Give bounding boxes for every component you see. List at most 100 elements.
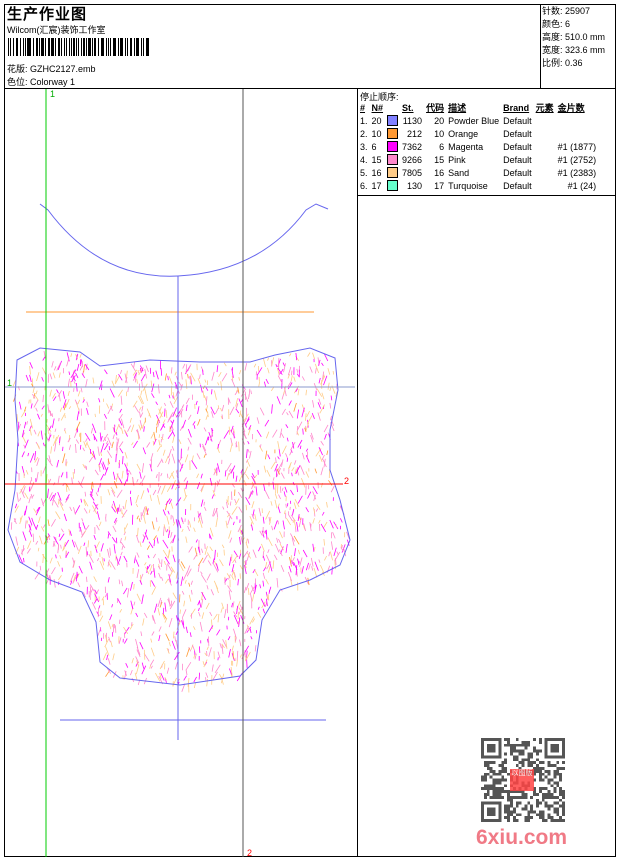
stitch xyxy=(49,557,53,564)
stitch xyxy=(174,661,178,670)
stitch xyxy=(226,472,230,481)
stitch xyxy=(297,439,303,448)
stitch xyxy=(276,577,279,588)
stitch xyxy=(167,510,170,515)
stitch xyxy=(52,418,55,428)
stitch xyxy=(268,586,272,593)
stitch xyxy=(198,672,200,680)
stitch xyxy=(37,413,41,420)
stitch xyxy=(27,540,32,549)
stitch xyxy=(193,527,196,533)
stitch xyxy=(315,508,319,512)
stitch xyxy=(23,421,27,429)
stitch xyxy=(207,411,209,418)
stitch xyxy=(168,394,171,399)
stitch xyxy=(211,494,215,499)
stitch xyxy=(17,423,21,432)
stitch xyxy=(254,514,257,521)
stitch xyxy=(213,613,218,620)
stitch xyxy=(286,457,289,462)
stitch xyxy=(115,423,120,433)
stitch xyxy=(201,548,204,554)
stitch xyxy=(275,364,278,368)
stitch xyxy=(139,425,143,431)
stitch xyxy=(113,481,118,489)
stitch xyxy=(97,487,100,493)
stitch xyxy=(151,393,155,399)
stitch xyxy=(297,514,300,521)
stitch xyxy=(32,520,37,530)
stitch xyxy=(319,404,325,414)
stitch xyxy=(255,486,258,496)
stitch xyxy=(112,434,115,440)
stitch xyxy=(157,607,161,616)
stitch xyxy=(155,370,159,380)
stitch xyxy=(16,414,19,423)
stitch xyxy=(93,503,99,512)
stitch xyxy=(58,372,61,378)
stitch xyxy=(302,428,304,435)
stitch xyxy=(313,567,318,578)
stitch xyxy=(169,401,174,408)
stitch xyxy=(37,547,40,552)
stitch xyxy=(237,524,242,533)
stitch xyxy=(265,378,269,384)
stitch xyxy=(151,383,155,393)
stitch xyxy=(77,399,81,405)
stitch xyxy=(320,467,324,476)
stitch xyxy=(170,502,174,509)
stitch xyxy=(144,368,147,379)
stitch xyxy=(150,647,155,657)
stitch xyxy=(297,421,303,430)
stitch xyxy=(185,480,188,490)
stitch xyxy=(98,521,102,527)
stitch xyxy=(111,604,113,608)
stitch xyxy=(285,503,287,508)
stitch xyxy=(26,421,28,425)
stitch xyxy=(133,583,135,590)
stitch xyxy=(34,450,37,461)
stitch xyxy=(282,362,286,367)
stitch xyxy=(187,525,190,532)
stitch xyxy=(145,529,148,534)
stitch xyxy=(66,357,70,367)
stitch xyxy=(223,430,230,439)
stitch xyxy=(262,572,266,579)
stitch xyxy=(25,469,29,475)
stitch xyxy=(172,592,177,600)
stitch xyxy=(312,486,318,495)
stitch xyxy=(224,608,227,619)
stitch xyxy=(168,448,172,459)
stitch xyxy=(123,587,128,595)
stitch xyxy=(59,407,62,412)
stitch xyxy=(202,661,205,666)
stitch xyxy=(193,425,196,429)
stitch xyxy=(80,387,83,393)
stitch xyxy=(270,501,273,506)
stitch xyxy=(293,402,297,412)
stitch xyxy=(94,469,99,476)
stitch xyxy=(216,365,219,373)
stitch xyxy=(142,534,145,538)
col-sequins: 金片数 xyxy=(557,103,585,113)
stitch xyxy=(31,517,34,522)
stitch xyxy=(196,473,200,479)
stitch xyxy=(136,569,140,578)
stitch xyxy=(104,369,108,375)
stitch xyxy=(212,671,218,680)
stitch xyxy=(253,363,257,368)
stitch xyxy=(224,470,227,477)
stitch xyxy=(109,614,113,621)
stitch xyxy=(318,377,321,384)
stitch xyxy=(136,552,140,558)
stitch xyxy=(98,398,101,403)
stitch xyxy=(90,428,93,434)
stitch xyxy=(85,438,88,442)
stitch xyxy=(181,517,183,523)
stitch xyxy=(244,625,249,634)
stitch xyxy=(181,528,184,533)
stitch xyxy=(219,642,222,649)
stitch xyxy=(151,521,155,530)
stitch xyxy=(90,491,92,495)
stitch xyxy=(133,601,136,606)
